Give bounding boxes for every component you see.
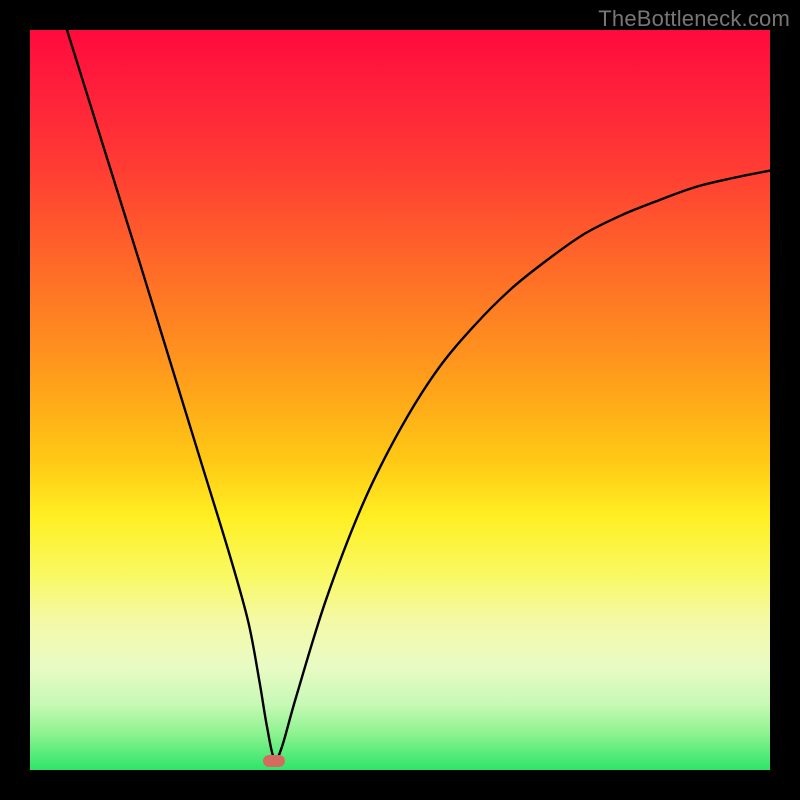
curve-minimum-marker <box>263 755 285 767</box>
attribution-label: TheBottleneck.com <box>598 6 790 32</box>
bottleneck-curve <box>30 30 770 770</box>
chart-frame: TheBottleneck.com <box>0 0 800 800</box>
plot-area <box>30 30 770 770</box>
